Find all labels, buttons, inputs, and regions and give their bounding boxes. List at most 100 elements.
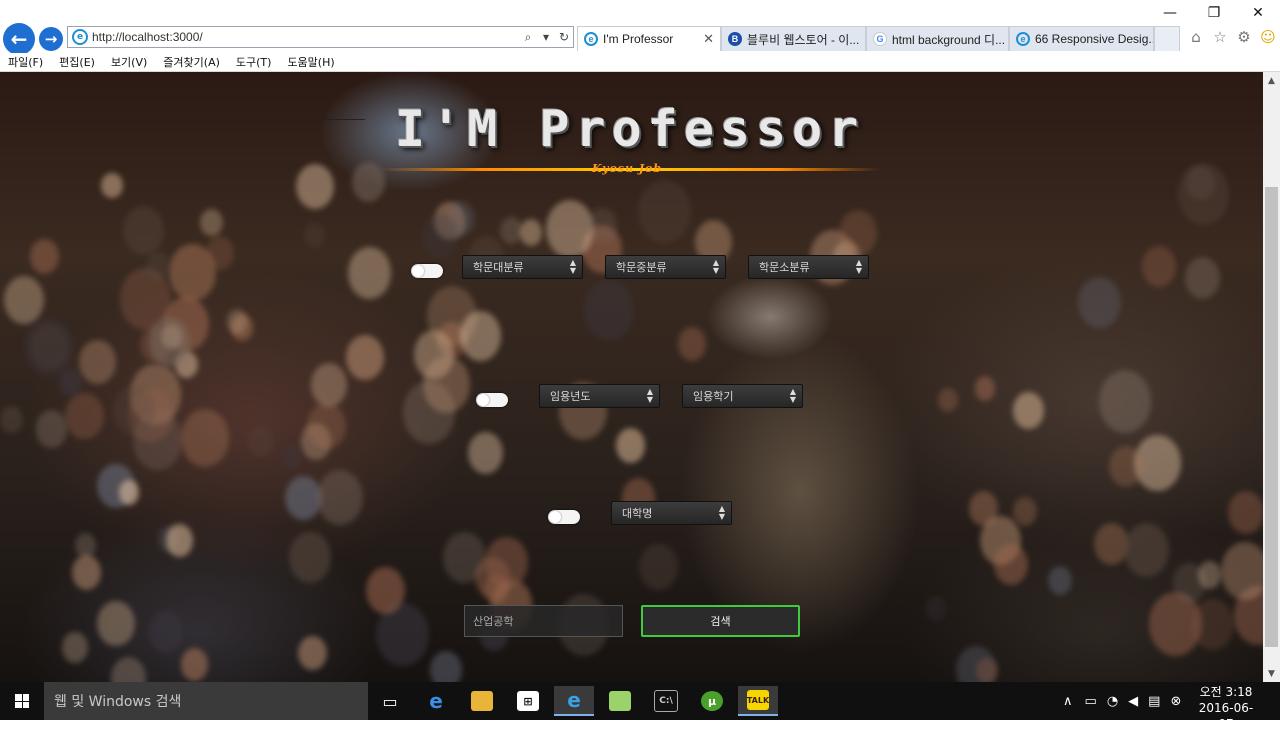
background-texture	[678, 327, 707, 361]
background-texture	[423, 356, 471, 413]
store-icon[interactable]: ⊞	[508, 686, 548, 716]
background-texture	[304, 223, 325, 248]
background-texture	[1185, 256, 1221, 299]
windows-logo-icon	[15, 694, 29, 708]
back-button[interactable]: ←	[3, 23, 35, 55]
edge-icon[interactable]: e	[416, 686, 456, 716]
background-texture	[993, 543, 1028, 585]
taskbar-search[interactable]: 웹 및 Windows 검색	[44, 682, 368, 720]
background-texture	[1141, 245, 1177, 288]
menu-item-view[interactable]: 보기(V)	[103, 54, 155, 70]
page-content: I'M Professor Kyosu Job 학문대분류 ▲ ▼ 학문중분류 ▲…	[0, 72, 1263, 682]
university-select[interactable]: 대학명 ▲ ▼	[611, 501, 732, 525]
address-bar[interactable]: e http://localhost:3000/ ⌕ ▾ ↻	[67, 26, 574, 48]
hire-filter-toggle[interactable]	[476, 393, 508, 407]
toggle-knob	[477, 394, 489, 406]
select-value: 학문중분류	[616, 261, 667, 274]
logo-subtitle: Kyosu Job	[592, 162, 663, 175]
background-texture	[71, 554, 101, 590]
notepad-plus-icon[interactable]	[600, 686, 640, 716]
ie-page-icon: e	[584, 32, 598, 46]
battery-icon[interactable]: ▭	[1085, 694, 1097, 709]
background-texture	[1123, 522, 1170, 578]
file-explorer-icon[interactable]	[462, 686, 502, 716]
scroll-down-icon[interactable]: ▼	[1263, 665, 1280, 682]
menu-item-tools[interactable]: 도구(T)	[228, 54, 280, 70]
scrollbar-thumb[interactable]	[1265, 187, 1278, 647]
title-divider	[0, 119, 365, 120]
background-texture	[467, 431, 503, 474]
background-texture	[65, 393, 104, 440]
vertical-scrollbar[interactable]: ▲ ▼	[1263, 72, 1280, 682]
university-filter-toggle[interactable]	[548, 510, 580, 524]
task-view-icon[interactable]: ▭	[370, 686, 410, 716]
start-button[interactable]	[0, 682, 44, 720]
background-texture	[97, 601, 135, 647]
menu-bar: 파일(F) 편집(E) 보기(V) 즐겨찾기(A) 도구(T) 도움말(H)	[0, 53, 1280, 72]
tab-title: 66 Responsive Desig...	[1035, 32, 1154, 46]
command-prompt-icon[interactable]: C:\	[646, 686, 686, 716]
new-tab-button[interactable]	[1154, 26, 1180, 51]
search-icon[interactable]: ⌕	[519, 30, 537, 45]
close-tab-icon[interactable]: ✕	[697, 31, 714, 47]
menu-item-help[interactable]: 도움말(H)	[279, 54, 342, 70]
background-texture	[62, 631, 89, 663]
star-icon[interactable]: ☆	[1210, 27, 1230, 47]
tab-html-background[interactable]: G html background 디...	[866, 26, 1009, 51]
smiley-icon[interactable]: ☺	[1258, 27, 1278, 47]
address-url[interactable]: http://localhost:3000/	[92, 30, 519, 44]
field-filter-toggle[interactable]	[411, 264, 443, 278]
arrow-left-icon: ←	[10, 27, 28, 51]
volume-icon[interactable]: ◀	[1128, 694, 1138, 709]
tab-title: html background 디...	[892, 32, 1006, 47]
search-input[interactable]	[464, 605, 623, 637]
background-texture	[1191, 599, 1235, 651]
hire-year-select[interactable]: 임용년도 ▲ ▼	[539, 384, 660, 408]
utorrent-icon[interactable]: µ	[692, 686, 732, 716]
home-icon[interactable]: ⌂	[1186, 27, 1206, 47]
background-texture	[430, 650, 462, 682]
bluebee-icon: B	[728, 32, 742, 46]
tab-responsive-design[interactable]: e 66 Responsive Desig...	[1009, 26, 1154, 51]
close-circle-icon[interactable]: ⊗	[1170, 694, 1181, 709]
site-logo[interactable]: I'M Professor	[395, 100, 864, 158]
select-caret-icon: ▲ ▼	[718, 504, 725, 521]
chevron-up-icon[interactable]: ∧	[1063, 694, 1073, 709]
tab-im-professor[interactable]: e I'm Professor ✕	[577, 26, 721, 51]
gear-icon[interactable]: ⚙	[1234, 27, 1254, 47]
internet-explorer-icon[interactable]: e	[554, 686, 594, 716]
forward-button[interactable]: →	[39, 27, 63, 51]
background-texture	[1012, 496, 1038, 526]
background-texture	[839, 209, 878, 256]
background-texture	[976, 657, 998, 682]
taskbar-clock[interactable]: 오전 3:18 2016-06-07	[1196, 684, 1256, 732]
taskbar: 웹 및 Windows 검색 ▭ e ⊞ e C:\ µ TALK ∧ ▭ ◔ …	[0, 682, 1280, 731]
field-minor-select[interactable]: 학문소분류 ▲ ▼	[748, 255, 869, 279]
menu-item-edit[interactable]: 편집(E)	[51, 54, 103, 70]
field-middle-select[interactable]: 학문중분류 ▲ ▼	[605, 255, 726, 279]
select-caret-icon: ▲ ▼	[712, 258, 719, 275]
background-texture	[366, 566, 406, 614]
kakaotalk-icon[interactable]: TALK	[738, 686, 778, 716]
select-value: 대학명	[622, 507, 653, 520]
background-texture	[1197, 561, 1221, 589]
background-texture	[1108, 446, 1143, 488]
hire-semester-select[interactable]: 임용학기 ▲ ▼	[682, 384, 803, 408]
refresh-icon[interactable]: ↻	[555, 30, 573, 44]
chevron-down-icon[interactable]: ▾	[537, 30, 555, 44]
menu-item-favorites[interactable]: 즐겨찾기(A)	[155, 54, 228, 70]
notification-icon[interactable]: ▤	[1148, 694, 1160, 709]
background-texture	[288, 531, 332, 583]
tab-bluebee[interactable]: B 블루비 웹스토어 - 이...	[721, 26, 866, 51]
field-major-select[interactable]: 학문대분류 ▲ ▼	[462, 255, 583, 279]
scroll-up-icon[interactable]: ▲	[1263, 72, 1280, 89]
clock-date: 2016-06-07	[1198, 701, 1254, 731]
background-texture	[123, 206, 165, 256]
background-texture	[974, 376, 996, 402]
background-texture	[226, 309, 248, 334]
menu-item-file[interactable]: 파일(F)	[0, 54, 51, 70]
wifi-icon[interactable]: ◔	[1107, 694, 1118, 709]
background-texture	[148, 317, 190, 367]
background-texture	[295, 163, 334, 210]
search-button[interactable]: 검색	[641, 605, 800, 637]
